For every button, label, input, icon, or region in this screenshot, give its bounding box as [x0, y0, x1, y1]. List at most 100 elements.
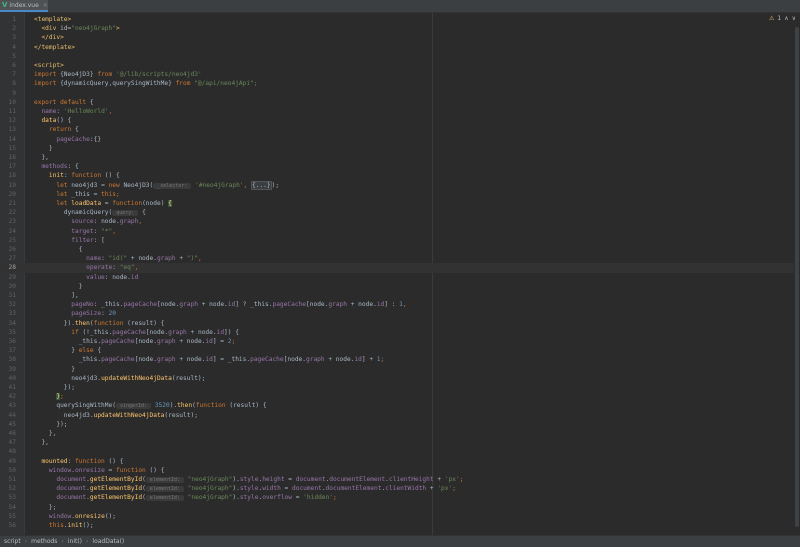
code-line[interactable]: 32 pageNo: _this.pageCache[node.graph + …	[0, 300, 794, 309]
code-line[interactable]: 19 let neo4jd3 = new Neo4jD3( _selector:…	[0, 180, 794, 190]
code-line[interactable]: 12 data() {	[0, 116, 794, 125]
code-line[interactable]: 29 value: node.id	[0, 273, 794, 282]
code-text[interactable]: if (!_this.pageCache[node.graph + node.i…	[34, 328, 239, 337]
code-line[interactable]: 30 }	[0, 282, 794, 291]
code-line[interactable]: 31 ],	[0, 291, 794, 300]
code-line[interactable]: 48	[0, 447, 794, 456]
code-text[interactable]: _this.pageCache[node.graph + node.id] = …	[34, 355, 385, 364]
code-line[interactable]: 5	[0, 52, 794, 61]
code-editor[interactable]: ⚠ 1 ∧ ∨ 1 <template> 2 <div id="neo4jGraph…	[0, 13, 800, 535]
code-line[interactable]: 14 pageCache:{}	[0, 135, 794, 144]
code-line[interactable]: 9	[0, 89, 794, 98]
code-text[interactable]: <script>	[34, 61, 64, 70]
code-text[interactable]: } else {	[34, 346, 101, 355]
code-text[interactable]: _this.pageCache[node.graph + node.id] = …	[34, 337, 236, 346]
breadcrumb-item[interactable]: script	[4, 538, 21, 545]
code-line[interactable]: 34 }).then(function (result) {	[0, 319, 794, 328]
code-line[interactable]: 23 source: node.graph,	[0, 217, 794, 226]
code-text[interactable]: ],	[34, 291, 78, 300]
code-line[interactable]: 6 <script>	[0, 61, 794, 70]
code-text[interactable]: window.onresize = function () {	[34, 466, 165, 475]
code-text[interactable]: let _this = this;	[34, 190, 119, 199]
code-line[interactable]: 41 });	[0, 383, 794, 392]
code-text[interactable]: }	[34, 365, 75, 374]
code-text[interactable]: import {dynamicQuery,querySingWithMe} fr…	[34, 79, 258, 88]
code-line[interactable]: 24 target: "*",	[0, 227, 794, 236]
code-text[interactable]: init: function () {	[34, 171, 120, 180]
code-line[interactable]: 55 window.onresize();	[0, 512, 794, 521]
tab-index-vue[interactable]: V index.vue ×	[0, 0, 48, 12]
code-text[interactable]: value: node.id	[34, 273, 138, 282]
code-line[interactable]: 8 import {dynamicQuery,querySingWithMe} f…	[0, 79, 794, 88]
folded-code-block[interactable]: {...}	[250, 180, 272, 190]
code-line[interactable]: 21 let loadData = function(node) {	[0, 199, 794, 208]
code-line[interactable]: 36 _this.pageCache[node.graph + node.id]…	[0, 337, 794, 346]
code-line[interactable]: 35 if (!_this.pageCache[node.graph + nod…	[0, 328, 794, 337]
code-text[interactable]: };	[34, 503, 56, 512]
code-line[interactable]: 44 neo4jd3.updateWithNeo4jData(result);	[0, 411, 794, 420]
code-text[interactable]: };	[34, 392, 64, 401]
code-line[interactable]: 42 };	[0, 392, 794, 401]
code-line[interactable]: 49 mounted: function () {	[0, 457, 794, 466]
code-text[interactable]: },	[34, 429, 56, 438]
code-text[interactable]: pageCache:{}	[34, 135, 101, 144]
code-line[interactable]: 16 },	[0, 153, 794, 162]
scrollbar-thumb[interactable]	[795, 27, 799, 527]
code-line[interactable]: 4 </template>	[0, 43, 794, 52]
code-text[interactable]: <template>	[34, 15, 71, 24]
code-text[interactable]: import {Neo4jD3} from '@/lib/scripts/neo…	[34, 70, 202, 79]
code-text[interactable]: export default {	[34, 98, 94, 107]
code-line[interactable]: 15 }	[0, 144, 794, 153]
code-text[interactable]: }).then(function (result) {	[34, 319, 165, 328]
code-text[interactable]: data() {	[34, 116, 71, 125]
code-line[interactable]: 39 }	[0, 365, 794, 374]
code-text[interactable]: name: "id(" + node.graph + ")",	[34, 254, 202, 263]
code-text[interactable]: let loadData = function(node) {	[34, 199, 172, 208]
code-line[interactable]: 54 };	[0, 503, 794, 512]
code-line[interactable]: 20 let _this = this;	[0, 190, 794, 199]
code-text[interactable]: },	[34, 438, 48, 447]
code-text[interactable]: }	[34, 282, 83, 291]
code-line[interactable]: 25 filter: [	[0, 236, 794, 245]
code-text[interactable]: </template>	[34, 43, 75, 52]
code-text[interactable]: </div>	[34, 33, 63, 42]
code-line[interactable]: 46 },	[0, 429, 794, 438]
code-text[interactable]: filter: [	[34, 236, 105, 245]
code-line[interactable]: 28 operate: "eq",	[0, 263, 794, 273]
code-line[interactable]: 7 import {Neo4jD3} from '@/lib/scripts/ne…	[0, 70, 794, 79]
code-line[interactable]: 26 {	[0, 245, 794, 254]
code-line[interactable]: 22 dynamicQuery( query: {	[0, 208, 794, 217]
breadcrumb-item[interactable]: loadData()	[92, 538, 124, 545]
code-line[interactable]: 53 document.getElementById( elementId: "…	[0, 493, 794, 502]
code-line[interactable]: 45 });	[0, 420, 794, 429]
code-line[interactable]: 52 document.getElementById( elementId: "…	[0, 484, 794, 493]
code-text[interactable]: this.init();	[34, 521, 94, 530]
code-text[interactable]: neo4jd3.updateWithNeo4jData(result);	[34, 374, 205, 383]
code-text[interactable]: },	[34, 153, 48, 162]
code-text[interactable]: source: node.graph,	[34, 217, 142, 226]
code-line[interactable]: 43 querySingWithMe( singerId: 3520).then…	[0, 401, 794, 410]
code-line[interactable]: 11 name: 'HelloWorld',	[0, 107, 794, 116]
code-line[interactable]: 38 _this.pageCache[node.graph + node.id]…	[0, 355, 794, 364]
code-text[interactable]: neo4jd3.updateWithNeo4jData(result);	[34, 411, 198, 420]
code-line[interactable]: 1 <template>	[0, 15, 794, 24]
code-text[interactable]: pageSize: 20	[34, 309, 116, 318]
code-text[interactable]: operate: "eq",	[34, 263, 138, 272]
code-line[interactable]: 17 methods: {	[0, 162, 794, 171]
close-icon[interactable]: ×	[43, 2, 48, 9]
breadcrumb-item[interactable]: methods	[31, 538, 57, 545]
code-text[interactable]: mounted: function () {	[34, 457, 123, 466]
breadcrumb-item[interactable]: init()	[68, 538, 82, 545]
code-line[interactable]: 33 pageSize: 20	[0, 309, 794, 318]
code-text[interactable]: pageNo: _this.pageCache[node.graph + nod…	[34, 300, 406, 309]
code-text[interactable]: name: 'HelloWorld',	[34, 107, 112, 116]
code-text[interactable]: methods: {	[34, 162, 78, 171]
code-line[interactable]: 2 <div id="neo4jGraph">	[0, 24, 794, 33]
code-line[interactable]: 47 },	[0, 438, 794, 447]
code-text[interactable]: });	[34, 383, 75, 392]
code-text[interactable]: target: "*",	[34, 227, 116, 236]
code-line[interactable]: 50 window.onresize = function () {	[0, 466, 794, 475]
code-line[interactable]: 37 } else {	[0, 346, 794, 355]
code-text[interactable]: });	[34, 420, 67, 429]
code-line[interactable]: 3 </div>	[0, 33, 794, 42]
